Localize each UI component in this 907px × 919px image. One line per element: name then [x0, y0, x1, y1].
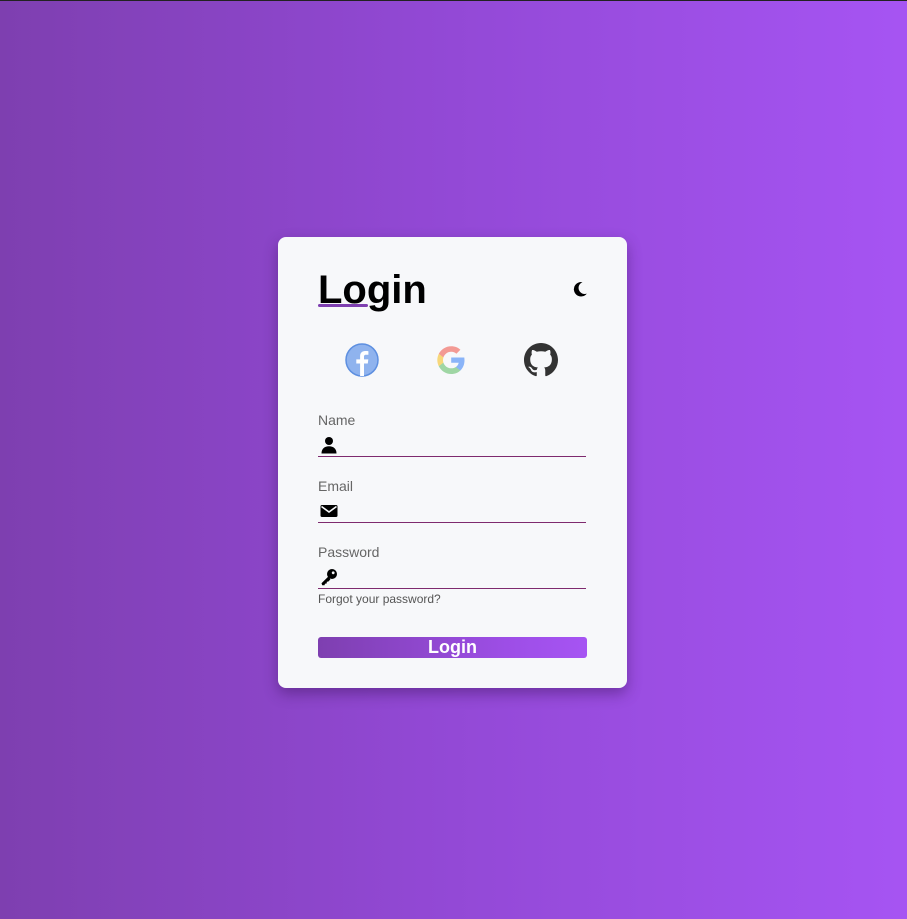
- user-icon: [321, 437, 337, 454]
- password-input[interactable]: [344, 566, 584, 588]
- email-input[interactable]: [344, 500, 584, 522]
- theme-toggle-button[interactable]: [570, 279, 590, 299]
- google-icon: [437, 346, 465, 374]
- facebook-login-button[interactable]: [345, 343, 379, 377]
- login-card: Login Name Email Password Forgot your pa…: [278, 237, 627, 688]
- github-icon: [524, 343, 558, 377]
- title-underline: [318, 304, 368, 307]
- github-login-button[interactable]: [524, 343, 558, 377]
- moon-icon: [573, 282, 587, 297]
- email-label: Email: [318, 478, 354, 494]
- facebook-icon: [345, 343, 379, 377]
- email-input-row: [318, 500, 586, 523]
- key-icon: [321, 569, 337, 586]
- password-label: Password: [318, 544, 380, 560]
- login-button[interactable]: Login: [318, 637, 587, 658]
- password-input-row: [318, 566, 586, 589]
- forgot-password-link[interactable]: Forgot your password?: [318, 592, 441, 606]
- email-field: Email: [318, 478, 586, 523]
- name-input-row: [318, 434, 586, 457]
- social-login-row: [278, 343, 627, 377]
- name-label: Name: [318, 412, 356, 428]
- password-field: Password: [318, 544, 586, 589]
- envelope-icon: [320, 505, 338, 517]
- google-login-button[interactable]: [434, 343, 468, 377]
- name-field: Name: [318, 412, 586, 457]
- name-input[interactable]: [344, 434, 584, 456]
